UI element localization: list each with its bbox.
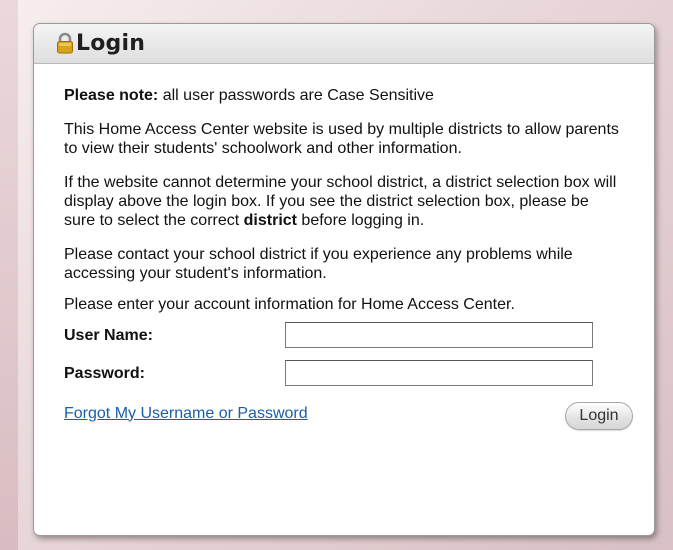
case-sensitive-note: Please note: all user passwords are Case… [64, 86, 624, 105]
password-row: Password: [64, 358, 624, 388]
para2-text-after: before logging in. [296, 212, 425, 229]
login-panel: Login Please note: all user passwords ar… [33, 23, 655, 536]
password-input[interactable] [285, 360, 593, 386]
info-paragraph-instructions: Please enter your account information fo… [64, 296, 515, 313]
note-label: Please note: [64, 87, 159, 104]
login-panel-header: Login [34, 24, 654, 64]
username-input[interactable] [285, 322, 593, 348]
note-text: all user passwords are Case Sensitive [158, 87, 434, 104]
panel-title: Login [76, 31, 146, 56]
forgot-username-password-link[interactable]: Forgot My Username or Password [64, 404, 308, 423]
info-paragraph-districts: This Home Access Center website is used … [64, 121, 619, 157]
actions-row: Forgot My Username or Password Login [64, 396, 633, 430]
username-row: User Name: [64, 320, 624, 350]
info-paragraph-district-selection: If the website cannot determine your sch… [64, 173, 624, 230]
password-label: Password: [64, 364, 145, 382]
login-button[interactable]: Login [565, 402, 633, 430]
login-panel-body: Please note: all user passwords are Case… [34, 64, 654, 430]
username-label: User Name: [64, 326, 153, 344]
page-backdrop [0, 0, 18, 550]
lock-icon [56, 32, 74, 54]
para2-bold-district: district [243, 212, 297, 229]
info-paragraph-contact: Please contact your school district if y… [64, 246, 573, 282]
